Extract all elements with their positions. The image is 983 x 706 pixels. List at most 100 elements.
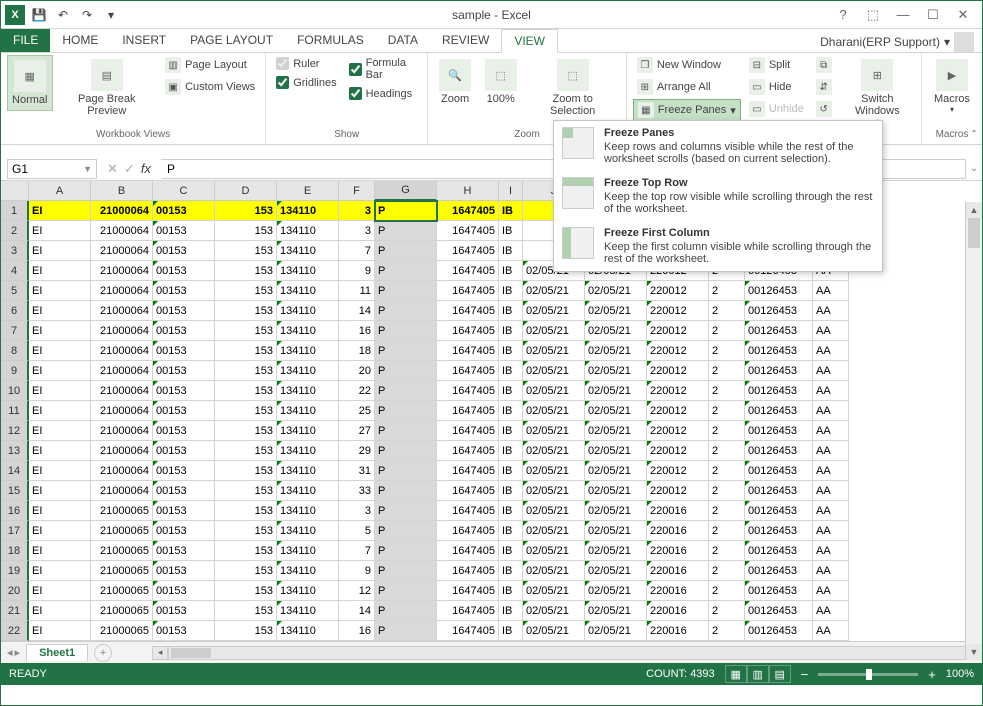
cell[interactable]: 1647405 — [437, 521, 499, 541]
cell[interactable]: 00126453 — [745, 401, 813, 421]
cell[interactable]: 00126453 — [745, 481, 813, 501]
cell[interactable]: 02/05/21 — [585, 501, 647, 521]
cell[interactable]: EI — [29, 361, 91, 381]
enter-formula-icon[interactable]: ✓ — [124, 161, 135, 177]
cell[interactable]: 1647405 — [437, 341, 499, 361]
cell[interactable]: 153 — [215, 241, 277, 261]
cell[interactable]: 2 — [709, 281, 745, 301]
cell[interactable]: AA — [813, 381, 849, 401]
cell[interactable]: 3 — [339, 201, 375, 221]
cell[interactable]: 21000064 — [91, 381, 153, 401]
cell[interactable]: 7 — [339, 241, 375, 261]
cell[interactable]: P — [375, 481, 437, 501]
cell[interactable]: 1647405 — [437, 421, 499, 441]
cell[interactable]: 2 — [709, 621, 745, 641]
normal-view-icon[interactable]: ▦ — [725, 665, 747, 683]
cell[interactable]: 02/05/21 — [585, 601, 647, 621]
cell[interactable]: 21000064 — [91, 281, 153, 301]
cell[interactable]: 21000065 — [91, 521, 153, 541]
cell[interactable]: IB — [499, 361, 523, 381]
cell[interactable]: 153 — [215, 201, 277, 221]
cell[interactable]: 134110 — [277, 381, 339, 401]
cell[interactable]: 21000064 — [91, 321, 153, 341]
cell[interactable]: 134110 — [277, 341, 339, 361]
cell[interactable]: 00153 — [153, 521, 215, 541]
cell[interactable]: 220016 — [647, 601, 709, 621]
user-area[interactable]: Dharani(ERP Support) ▾ — [820, 32, 982, 52]
tab-review[interactable]: REVIEW — [430, 29, 501, 52]
sync-scrolling-button[interactable]: ⇵ — [812, 77, 836, 97]
cell[interactable]: 220012 — [647, 481, 709, 501]
cell[interactable]: 00153 — [153, 581, 215, 601]
cell[interactable]: 2 — [709, 361, 745, 381]
cell[interactable]: 21000064 — [91, 241, 153, 261]
cell[interactable]: 1647405 — [437, 401, 499, 421]
zoom-100-button[interactable]: ⬚100% — [480, 55, 522, 109]
cell[interactable]: IB — [499, 501, 523, 521]
cell[interactable]: 1647405 — [437, 581, 499, 601]
cell[interactable]: 21000064 — [91, 421, 153, 441]
cell[interactable]: 134110 — [277, 581, 339, 601]
cell[interactable]: P — [375, 601, 437, 621]
cell[interactable]: 220016 — [647, 541, 709, 561]
cell[interactable]: 00153 — [153, 601, 215, 621]
cell[interactable]: 21000064 — [91, 441, 153, 461]
sheet-tab[interactable]: Sheet1 — [26, 644, 88, 661]
cell[interactable]: 27 — [339, 421, 375, 441]
cell[interactable]: 00153 — [153, 381, 215, 401]
cell[interactable]: 1647405 — [437, 441, 499, 461]
cell[interactable]: IB — [499, 221, 523, 241]
cell[interactable]: 2 — [709, 421, 745, 441]
row-header[interactable]: 13 — [1, 441, 29, 461]
cell[interactable]: 1647405 — [437, 461, 499, 481]
cell[interactable]: 00153 — [153, 241, 215, 261]
cell[interactable]: 134110 — [277, 521, 339, 541]
cell[interactable]: EI — [29, 601, 91, 621]
cell[interactable]: P — [375, 421, 437, 441]
cell[interactable]: 153 — [215, 621, 277, 641]
ruler-checkbox[interactable]: Ruler — [272, 55, 340, 72]
row-header[interactable]: 6 — [1, 301, 29, 321]
cell[interactable]: P — [375, 201, 437, 221]
row-header[interactable]: 10 — [1, 381, 29, 401]
cell[interactable]: 14 — [339, 601, 375, 621]
cell[interactable]: IB — [499, 441, 523, 461]
zoom-slider[interactable] — [818, 673, 918, 676]
row-header[interactable]: 11 — [1, 401, 29, 421]
cell[interactable]: 134110 — [277, 441, 339, 461]
cell[interactable]: EI — [29, 261, 91, 281]
col-header-H[interactable]: H — [437, 181, 499, 201]
tab-page-layout[interactable]: PAGE LAYOUT — [178, 29, 285, 52]
cell[interactable]: 134110 — [277, 281, 339, 301]
page-break-preview-button[interactable]: ▤Page Break Preview — [57, 55, 158, 121]
col-header-B[interactable]: B — [91, 181, 153, 201]
cell[interactable]: 153 — [215, 581, 277, 601]
row-header[interactable]: 3 — [1, 241, 29, 261]
cell[interactable]: 153 — [215, 281, 277, 301]
cell[interactable]: P — [375, 501, 437, 521]
cell[interactable]: AA — [813, 561, 849, 581]
switch-windows-button[interactable]: ⊞Switch Windows▾ — [840, 55, 915, 130]
cell[interactable]: 02/05/21 — [523, 381, 585, 401]
cell[interactable]: 2 — [709, 521, 745, 541]
cell[interactable]: 134110 — [277, 541, 339, 561]
cancel-formula-icon[interactable]: ✕ — [107, 161, 118, 177]
row-header[interactable]: 18 — [1, 541, 29, 561]
cell[interactable]: 220016 — [647, 521, 709, 541]
cell[interactable]: IB — [499, 421, 523, 441]
cell[interactable]: 134110 — [277, 301, 339, 321]
cell[interactable]: AA — [813, 461, 849, 481]
cell[interactable]: 02/05/21 — [523, 281, 585, 301]
cell[interactable]: 1647405 — [437, 361, 499, 381]
cell[interactable]: 02/05/21 — [523, 401, 585, 421]
save-icon[interactable]: 💾 — [29, 5, 49, 25]
cell[interactable]: 220016 — [647, 621, 709, 641]
cell[interactable]: 220016 — [647, 581, 709, 601]
cell[interactable]: 153 — [215, 561, 277, 581]
zoom-button[interactable]: 🔍Zoom — [434, 55, 476, 109]
cell[interactable]: EI — [29, 441, 91, 461]
new-window-button[interactable]: ❐New Window — [633, 55, 741, 75]
cell[interactable]: 00126453 — [745, 321, 813, 341]
row-header[interactable]: 7 — [1, 321, 29, 341]
cell[interactable]: 00126453 — [745, 581, 813, 601]
